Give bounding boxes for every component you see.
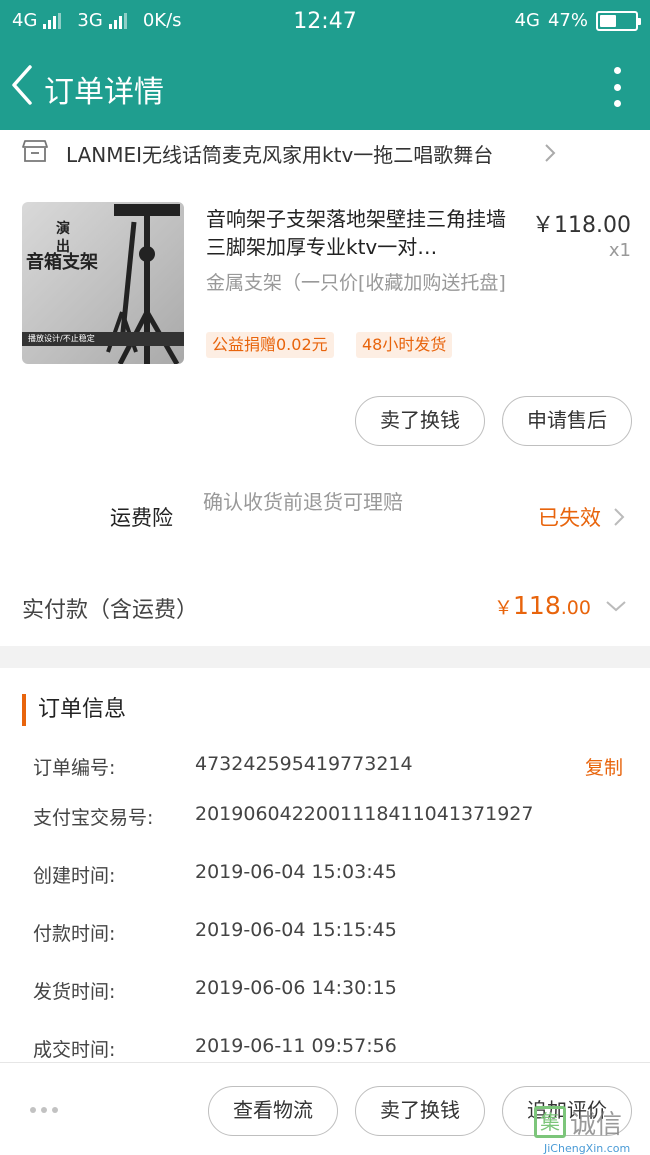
- paid-time-value: 2019-06-04 15:15:45: [195, 919, 397, 941]
- image-text-1: 演: [56, 221, 70, 237]
- resell-button[interactable]: 卖了换钱: [355, 396, 485, 446]
- page-title: 订单详情: [44, 75, 164, 110]
- created-time-value: 2019-06-04 15:03:45: [195, 861, 397, 883]
- insurance-description: 确认收货前退货可理赔: [203, 490, 403, 514]
- chevron-right-icon: [543, 142, 557, 168]
- insurance-label: 运费险: [110, 506, 173, 530]
- copy-button[interactable]: 复制: [585, 753, 623, 780]
- product-price: ￥118.00: [532, 213, 631, 238]
- tag-charity: 公益捐赠0.02元: [206, 332, 334, 358]
- battery-fill: [600, 14, 616, 27]
- section-divider: [0, 646, 650, 668]
- alipay-trade-value: 2019060422001118411041371927: [195, 803, 534, 825]
- paid-amount: ￥118.00: [494, 591, 591, 620]
- shop-name: LANMEI无线话筒麦克风家用ktv一拖二唱歌舞台: [66, 143, 494, 167]
- created-time-label: 创建时间:: [33, 865, 116, 887]
- paid-time-label: 付款时间:: [33, 923, 116, 945]
- status-right: 4G 47%: [514, 10, 641, 31]
- product-spec: 金属支架（一只价[收藏加购送托盘]: [206, 272, 506, 294]
- tag-shipping: 48小时发货: [356, 332, 453, 358]
- more-icon[interactable]: [30, 1107, 58, 1113]
- watermark-text: 诚信: [570, 1110, 623, 1140]
- order-info-title: 订单信息: [22, 694, 126, 726]
- more-options-icon[interactable]: [612, 67, 622, 107]
- amount-decimal: .00: [560, 597, 591, 619]
- app-bar: 订单详情: [0, 45, 650, 130]
- shop-row[interactable]: LANMEI无线话筒麦克风家用ktv一拖二唱歌舞台: [0, 130, 650, 175]
- shipped-time-value: 2019-06-06 14:30:15: [195, 977, 397, 999]
- battery-percent: 47%: [547, 10, 588, 31]
- status-bar: 4G 3G 0K/s 12:47 4G 47%: [0, 0, 650, 45]
- watermark-url: JiChengXin.com: [544, 1142, 631, 1155]
- battery-icon: [596, 10, 641, 31]
- amount-integer: 118: [513, 591, 561, 620]
- after-sale-button[interactable]: 申请售后: [502, 396, 632, 446]
- deal-time-label: 成交时间:: [33, 1039, 116, 1061]
- watermark-logo: 集 诚信 JiChengXin.com: [530, 1102, 650, 1155]
- product-image[interactable]: 演 出 音箱支架 播放设计/不止稳定: [22, 202, 184, 364]
- paid-label: 实付款（含运费）: [22, 598, 199, 623]
- image-text-3: 音箱支架: [26, 252, 98, 273]
- view-logistics-button[interactable]: 查看物流: [208, 1086, 338, 1136]
- chevron-right-icon[interactable]: [612, 506, 626, 532]
- shipped-time-label: 发货时间:: [33, 981, 116, 1003]
- order-number-label: 订单编号:: [33, 757, 116, 779]
- chevron-down-icon[interactable]: [604, 598, 628, 617]
- resell-bottom-button[interactable]: 卖了换钱: [355, 1086, 485, 1136]
- back-arrow-icon[interactable]: [6, 63, 42, 107]
- order-number-value: 473242595419773214: [195, 753, 413, 775]
- currency-symbol: ￥: [494, 597, 514, 619]
- image-strip-text: 播放设计/不止稳定: [28, 334, 95, 343]
- network-type-right: 4G: [514, 10, 540, 31]
- shop-icon: [22, 139, 48, 167]
- product-quantity: x1: [608, 240, 631, 261]
- insurance-status[interactable]: 已失效: [538, 502, 601, 532]
- image-strip: 播放设计/不止稳定: [22, 332, 184, 346]
- product-title[interactable]: 音响架子支架落地架壁挂三角挂墙三脚架加厚专业ktv一对…: [206, 205, 520, 261]
- deal-time-value: 2019-06-11 09:57:56: [195, 1035, 397, 1057]
- alipay-trade-label: 支付宝交易号:: [33, 807, 154, 829]
- watermark-icon: 集: [534, 1106, 566, 1138]
